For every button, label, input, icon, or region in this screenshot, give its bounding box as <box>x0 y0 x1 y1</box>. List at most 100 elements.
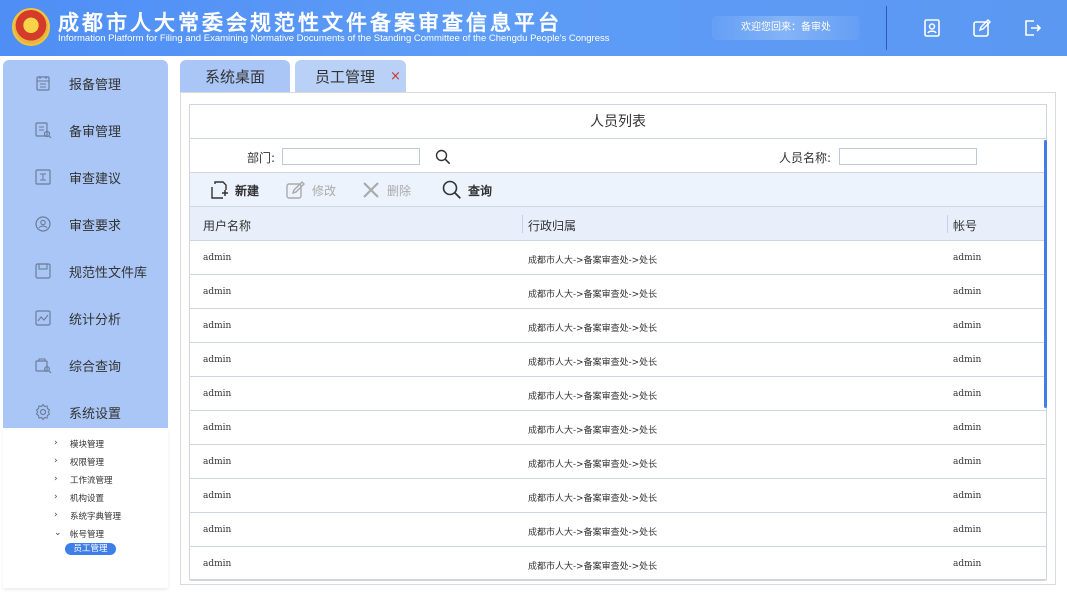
submenu-item-label: 工作流管理 <box>70 476 113 486</box>
submenu-item-label: 机构设置 <box>70 494 105 504</box>
edit-icon[interactable] <box>972 18 992 38</box>
sidebar-item-label: 系统设置 <box>69 406 122 422</box>
cell-account: admin <box>953 423 982 433</box>
panel-title: 人员列表 <box>190 105 1046 139</box>
new-button[interactable]: 新建 <box>208 179 259 201</box>
table-row[interactable]: admin 成都市人大->备案审查处->处长 admin <box>190 343 1046 377</box>
welcome-message: 欢迎您回来：备审处 <box>712 16 860 40</box>
submenu-item-label: 权限管理 <box>70 458 105 468</box>
tab-label: 员工管理 <box>315 67 376 86</box>
cell-account: admin <box>953 525 982 535</box>
delete-button[interactable]: 删除 <box>360 179 411 201</box>
cell-account: admin <box>953 559 982 569</box>
gear-icon <box>35 403 51 421</box>
app-header: 成都市人大常委会规范性文件备案审查信息平台 Information Platfo… <box>0 0 1067 56</box>
search-icon[interactable] <box>434 148 452 166</box>
sidebar-item-query[interactable]: 综合查询 <box>3 342 168 388</box>
edit-button[interactable]: 修改 <box>285 179 336 201</box>
delete-icon <box>363 182 379 198</box>
action-toolbar: 新建 修改 删除 查询 <box>190 173 1046 207</box>
table-row[interactable]: admin 成都市人大->备案审查处->处长 admin <box>190 411 1046 445</box>
user-circle-icon <box>35 216 51 232</box>
app-subtitle: Information Platform for Filing and Exam… <box>58 33 610 44</box>
calendar-icon <box>36 76 50 91</box>
cell-affiliation: 成都市人大->备案审查处->处长 <box>528 358 658 368</box>
submenu-item-workflow[interactable]: › 工作流管理 <box>3 471 168 489</box>
chevron-right-icon: › <box>54 492 58 502</box>
cell-username: admin <box>203 389 232 399</box>
tab-staff-management[interactable]: 员工管理 × <box>295 60 406 92</box>
suggestion-icon <box>35 169 51 185</box>
logout-icon[interactable] <box>1022 18 1042 38</box>
table-row[interactable]: admin 成都市人大->备案审查处->处长 admin <box>190 479 1046 513</box>
sidebar-item-label: 统计分析 <box>69 312 122 328</box>
column-header-username[interactable]: 用户名称 <box>203 217 251 234</box>
chevron-right-icon: › <box>54 474 58 484</box>
table-row[interactable]: admin 成都市人大->备案审查处->处长 admin <box>190 275 1046 309</box>
column-header-affiliation[interactable]: 行政归属 <box>528 217 576 234</box>
cell-affiliation: 成都市人大->备案审查处->处长 <box>528 460 658 470</box>
column-divider[interactable] <box>947 215 948 233</box>
cell-account: admin <box>953 253 982 263</box>
query-label: 查询 <box>468 183 493 198</box>
chart-icon <box>35 310 51 326</box>
column-divider[interactable] <box>522 215 523 233</box>
column-header-account[interactable]: 帐号 <box>953 217 977 234</box>
sidebar-item-review[interactable]: 备审管理 <box>3 107 168 153</box>
cell-affiliation: 成都市人大->备案审查处->处长 <box>528 528 658 538</box>
cell-affiliation: 成都市人大->备案审查处->处长 <box>528 392 658 402</box>
sidebar: 报备管理 备审管理 审查建议 审查要求 规范性文件库 统计分析 综合查询 系统设… <box>3 60 168 428</box>
document-review-icon <box>35 122 52 139</box>
sidebar-item-label: 审查建议 <box>69 171 122 187</box>
sidebar-item-label: 规范性文件库 <box>69 265 148 281</box>
sidebar-item-requirement[interactable]: 审查要求 <box>3 201 168 247</box>
submenu-item-organization[interactable]: › 机构设置 <box>3 489 168 507</box>
submenu-item-modules[interactable]: › 模块管理 <box>3 435 168 453</box>
table-row[interactable]: admin 成都市人大->备案审查处->处长 admin <box>190 377 1046 411</box>
sidebar-item-label: 备审管理 <box>69 124 122 140</box>
cell-username: admin <box>203 457 232 467</box>
save-icon <box>35 263 51 279</box>
cell-account: admin <box>953 287 982 297</box>
vertical-scrollbar[interactable] <box>1044 140 1047 408</box>
profile-icon[interactable] <box>922 18 942 38</box>
submenu-item-dictionary[interactable]: › 系统字典管理 <box>3 507 168 525</box>
table-row[interactable]: admin 成都市人大->备案审查处->处长 admin <box>190 513 1046 547</box>
table-row[interactable]: admin 成都市人大->备案审查处->处长 admin <box>190 241 1046 275</box>
sidebar-item-label: 综合查询 <box>69 359 122 375</box>
cell-affiliation: 成都市人大->备案审查处->处长 <box>528 324 658 334</box>
cell-username: admin <box>203 491 232 501</box>
close-tab-icon[interactable]: × <box>390 69 401 84</box>
table-header: 用户名称 行政归属 帐号 <box>190 207 1046 241</box>
cell-username: admin <box>203 355 232 365</box>
table-row[interactable]: admin 成都市人大->备案审查处->处长 admin <box>190 445 1046 479</box>
staff-name-label: 人员名称: <box>779 151 832 165</box>
submenu-item-label: 系统字典管理 <box>70 512 122 522</box>
cell-username: admin <box>203 321 232 331</box>
table-row[interactable]: admin 成都市人大->备案审查处->处长 admin <box>190 547 1046 581</box>
query-button[interactable]: 查询 <box>441 179 492 201</box>
cell-username: admin <box>203 525 232 535</box>
table-row[interactable]: admin 成都市人大->备案审查处->处长 admin <box>190 309 1046 343</box>
department-input[interactable] <box>282 148 420 165</box>
staff-name-input[interactable] <box>839 148 977 165</box>
cell-affiliation: 成都市人大->备案审查处->处长 <box>528 494 658 504</box>
submenu-item-staff-active[interactable]: 员工管理 <box>65 543 116 555</box>
cell-account: admin <box>953 389 982 399</box>
cell-username: admin <box>203 253 232 263</box>
cell-username: admin <box>203 287 232 297</box>
tab-desktop[interactable]: 系统桌面 <box>180 60 290 92</box>
cell-affiliation: 成都市人大->备案审查处->处长 <box>528 256 658 266</box>
sidebar-item-suggestion[interactable]: 审查建议 <box>3 154 168 200</box>
sidebar-item-label: 报备管理 <box>69 77 122 93</box>
staff-list-panel: 人员列表 部门: 人员名称: 新建 修改 删除 查询 用户名称 行政归属 帐号 <box>189 104 1047 581</box>
sidebar-item-statistics[interactable]: 统计分析 <box>3 295 168 341</box>
sidebar-item-library[interactable]: 规范性文件库 <box>3 248 168 294</box>
submenu-item-accounts[interactable]: ⌄ 帐号管理 <box>3 525 168 543</box>
sidebar-item-label: 审查要求 <box>69 218 122 234</box>
tab-label: 系统桌面 <box>204 67 265 86</box>
submenu-item-label: 模块管理 <box>70 440 105 450</box>
submenu-item-permissions[interactable]: › 权限管理 <box>3 453 168 471</box>
new-label: 新建 <box>235 183 260 198</box>
sidebar-item-filing[interactable]: 报备管理 <box>3 60 168 106</box>
